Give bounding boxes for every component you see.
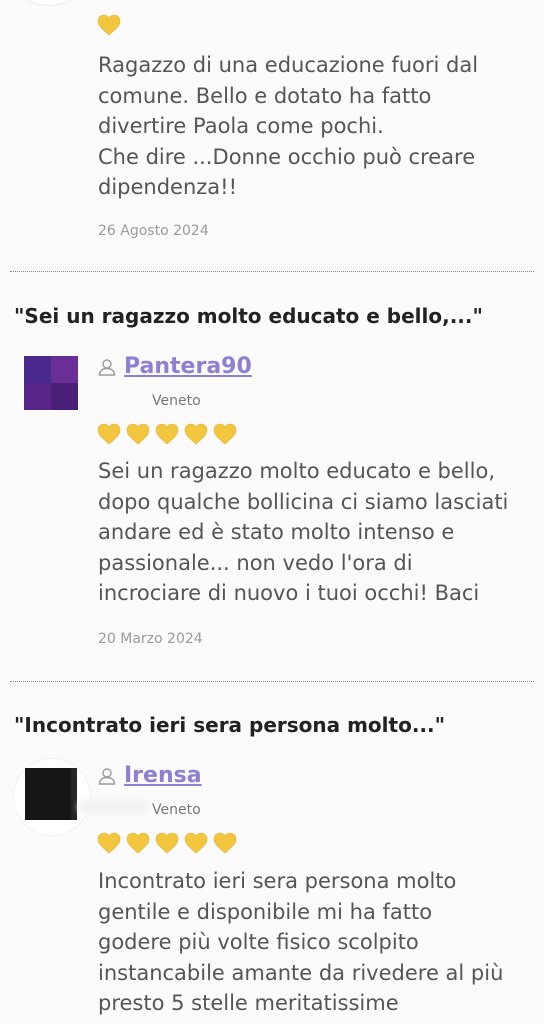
user-region: Veneto [152,393,201,409]
review-date: 20 Marzo 2024 [98,631,203,647]
yellow-heart-icon [155,832,179,854]
review-text: Sei un ragazzo molto educato e bello, do… [98,459,509,605]
divider [10,681,534,682]
avatar[interactable] [24,356,78,410]
yellow-heart-icon [184,423,208,445]
username-link[interactable]: Pantera90 [124,354,252,379]
yellow-heart-icon [213,832,237,854]
rating-hearts [97,423,237,445]
avatar [16,0,82,6]
review-text: Incontrato ieri sera persona molto genti… [98,869,504,1015]
yellow-heart-icon [97,14,121,36]
user-row: Pantera90 [98,354,252,379]
yellow-heart-icon [97,832,121,854]
review-text: Ragazzo di una educazione fuori dal comu… [98,53,479,199]
user-region: Veneto [152,802,201,818]
yellow-heart-icon [155,423,179,445]
yellow-heart-icon [97,423,121,445]
avatar[interactable] [25,768,77,820]
yellow-heart-icon [126,832,150,854]
user-silhouette-icon [98,358,116,376]
rating-hearts [97,14,121,36]
username-link[interactable]: Irensa [124,763,202,788]
user-silhouette-icon [98,767,116,785]
user-row: Irensa [98,763,202,788]
divider [10,271,534,272]
yellow-heart-icon [213,423,237,445]
yellow-heart-icon [184,832,208,854]
rating-hearts [97,832,237,854]
review-title: "Sei un ragazzo molto educato e bello,..… [14,304,483,328]
blurred-area [78,800,148,814]
review-title: "Incontrato ieri sera persona molto..." [14,713,446,737]
review-date: 26 Agosto 2024 [98,223,209,239]
reviews-page: Ragazzo di una educazione fuori dal comu… [0,0,544,1024]
yellow-heart-icon [126,423,150,445]
